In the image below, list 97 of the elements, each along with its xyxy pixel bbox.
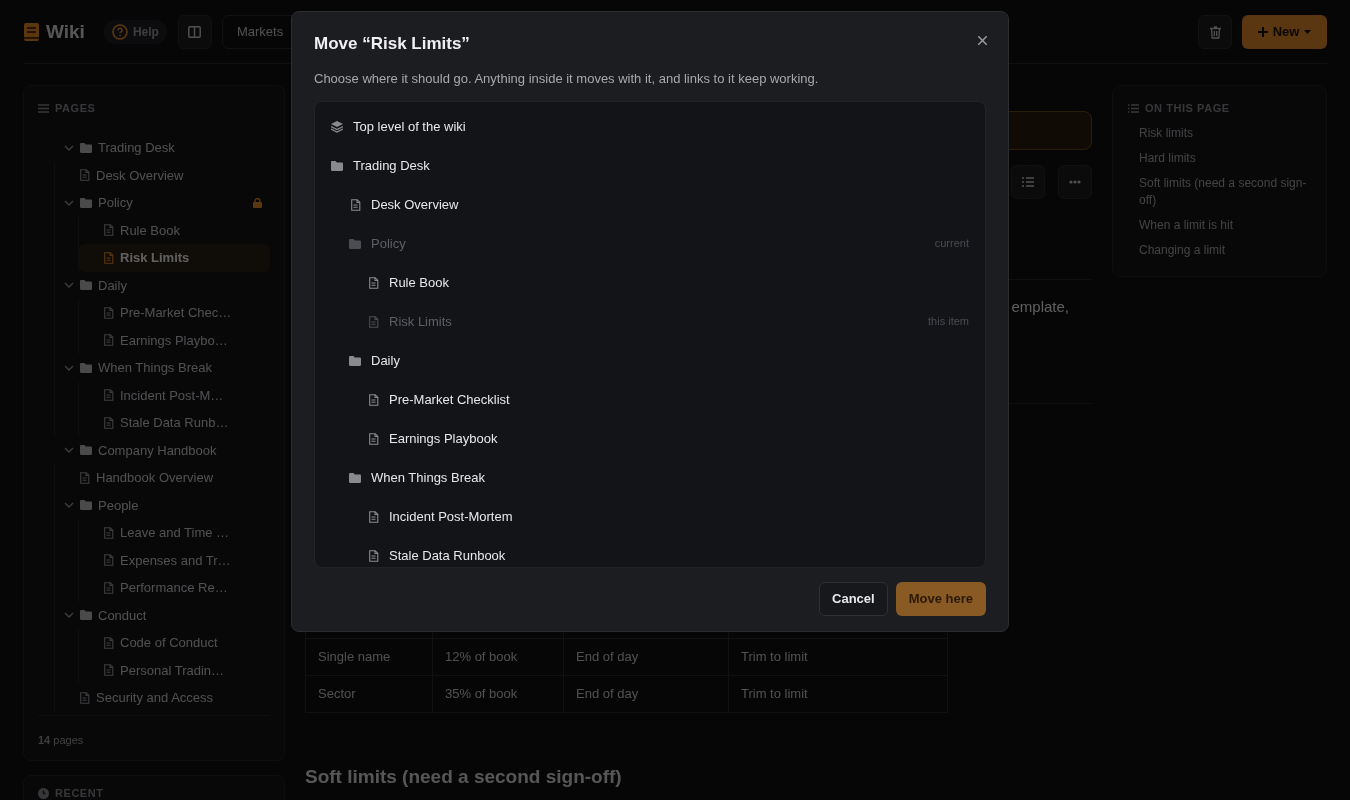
- document-icon: [104, 554, 114, 567]
- folder-icon: [80, 280, 92, 291]
- tree-item[interactable]: Conduct: [55, 601, 270, 629]
- tree-item[interactable]: Expenses and Tr…: [79, 546, 270, 574]
- list-icon: [1022, 177, 1034, 187]
- folder-icon: [80, 197, 92, 208]
- table-cell: Trim to limit: [728, 675, 948, 712]
- tree-item[interactable]: Performance Re…: [79, 574, 270, 602]
- tree-item[interactable]: People: [55, 491, 270, 519]
- tree-item[interactable]: Policy: [55, 189, 270, 217]
- tree-item[interactable]: Handbook Overview: [55, 464, 270, 492]
- document-icon: [369, 315, 379, 328]
- tree-item[interactable]: Incident Post-M…: [79, 381, 270, 409]
- tree-item[interactable]: Stale Data Runb…: [79, 409, 270, 437]
- document-icon: [369, 276, 379, 289]
- folder-icon: [349, 355, 361, 366]
- tree-item[interactable]: Leave and Time …: [79, 519, 270, 547]
- caret-icon: [1304, 30, 1312, 34]
- close-button[interactable]: [975, 33, 989, 47]
- document-icon: [104, 389, 114, 402]
- tree-item[interactable]: Trading Desk: [38, 134, 270, 162]
- dialog-description: Choose where it should go. Anything inside it moves with it, and links to it keep working.: [314, 69, 820, 88]
- folder-icon: [349, 238, 361, 249]
- destination-item[interactable]: When Things Break: [315, 458, 985, 497]
- document-icon: [104, 224, 114, 237]
- destination-item[interactable]: Earnings Playbook: [315, 419, 985, 458]
- document-icon: [104, 636, 114, 649]
- toc-link[interactable]: Risk limits: [1139, 125, 1311, 142]
- document-icon: [104, 251, 114, 264]
- tree-item[interactable]: Daily: [55, 271, 270, 299]
- delete-button[interactable]: [1198, 15, 1232, 49]
- toc-link[interactable]: Changing a limit: [1139, 242, 1311, 259]
- document-icon: [104, 581, 114, 594]
- folder-icon: [80, 362, 92, 373]
- tree-item[interactable]: Personal Tradin…: [79, 656, 270, 684]
- more-button[interactable]: [1058, 165, 1092, 199]
- cancel-button[interactable]: Cancel: [819, 582, 888, 616]
- folder-icon: [349, 472, 361, 483]
- document-icon: [104, 334, 114, 347]
- tree-item[interactable]: When Things Break: [55, 354, 270, 382]
- folder-icon: [80, 500, 92, 511]
- document-icon: [104, 416, 114, 429]
- move-here-button[interactable]: Move here: [895, 582, 986, 616]
- tree-item[interactable]: Desk Overview: [55, 161, 270, 189]
- destination-item[interactable]: Daily: [315, 341, 985, 380]
- dialog-title: Move “Risk Limits”: [314, 33, 470, 55]
- columns-icon: [188, 26, 202, 38]
- tree-item[interactable]: Earnings Playbo…: [79, 326, 270, 354]
- list-icon: [1128, 103, 1139, 113]
- document-icon: [369, 549, 379, 562]
- document-icon: [80, 471, 90, 484]
- tree-item[interactable]: Code of Conduct: [79, 629, 270, 657]
- app-title: Wiki: [46, 19, 85, 44]
- document-icon: [369, 510, 379, 523]
- tree-item[interactable]: Risk Limits: [79, 244, 270, 272]
- tree-item[interactable]: Security and Access: [55, 684, 270, 712]
- table-cell: End of day: [563, 675, 729, 712]
- folder-icon: [331, 160, 343, 171]
- folder-icon: [80, 610, 92, 621]
- menu-icon: [38, 103, 49, 113]
- document-icon: [369, 432, 379, 445]
- folder-icon: [80, 445, 92, 456]
- outline-button[interactable]: [1011, 165, 1045, 199]
- plus-icon: [1257, 27, 1268, 37]
- document-icon: [369, 393, 379, 406]
- close-icon: [977, 35, 987, 45]
- destination-item[interactable]: Trading Desk: [315, 146, 985, 185]
- table-cell: 12% of book: [432, 638, 564, 675]
- destination-item[interactable]: Top level of the wiki: [315, 107, 985, 146]
- help-icon: [111, 24, 128, 40]
- more-icon: [1069, 180, 1081, 184]
- document-icon: [104, 306, 114, 319]
- destination-item[interactable]: Incident Post-Mortem: [315, 497, 985, 536]
- layers-icon: [331, 120, 343, 133]
- book-logo-icon: [24, 23, 39, 41]
- table-cell: 35% of book: [432, 675, 564, 712]
- document-icon: [80, 691, 90, 704]
- tree-item[interactable]: Pre-Market Chec…: [79, 299, 270, 327]
- tree-item[interactable]: Company Handbook: [38, 436, 270, 464]
- folder-icon: [80, 142, 92, 153]
- section-heading: Soft limits (need a second sign-off): [305, 764, 623, 789]
- sidebar-toggle-button[interactable]: [177, 15, 212, 49]
- table-cell: Trim to limit: [728, 638, 948, 675]
- document-icon: [104, 664, 114, 677]
- table-cell: End of day: [563, 638, 729, 675]
- document-icon: [104, 526, 114, 539]
- body-text: emplate,: [1011, 297, 1069, 317]
- destination-item[interactable]: Desk Overview: [315, 185, 985, 224]
- document-icon: [80, 169, 90, 182]
- tree-item[interactable]: Rule Book: [79, 216, 270, 244]
- new-button[interactable]: New: [1242, 15, 1327, 49]
- trash-icon: [1209, 25, 1221, 39]
- destination-item[interactable]: Pre-Market Checklist: [315, 380, 985, 419]
- table-cell: Sector: [305, 675, 433, 712]
- document-icon: [351, 198, 361, 211]
- table-cell: Single name: [305, 638, 433, 675]
- destination-item[interactable]: Stale Data Runbook: [315, 536, 985, 567]
